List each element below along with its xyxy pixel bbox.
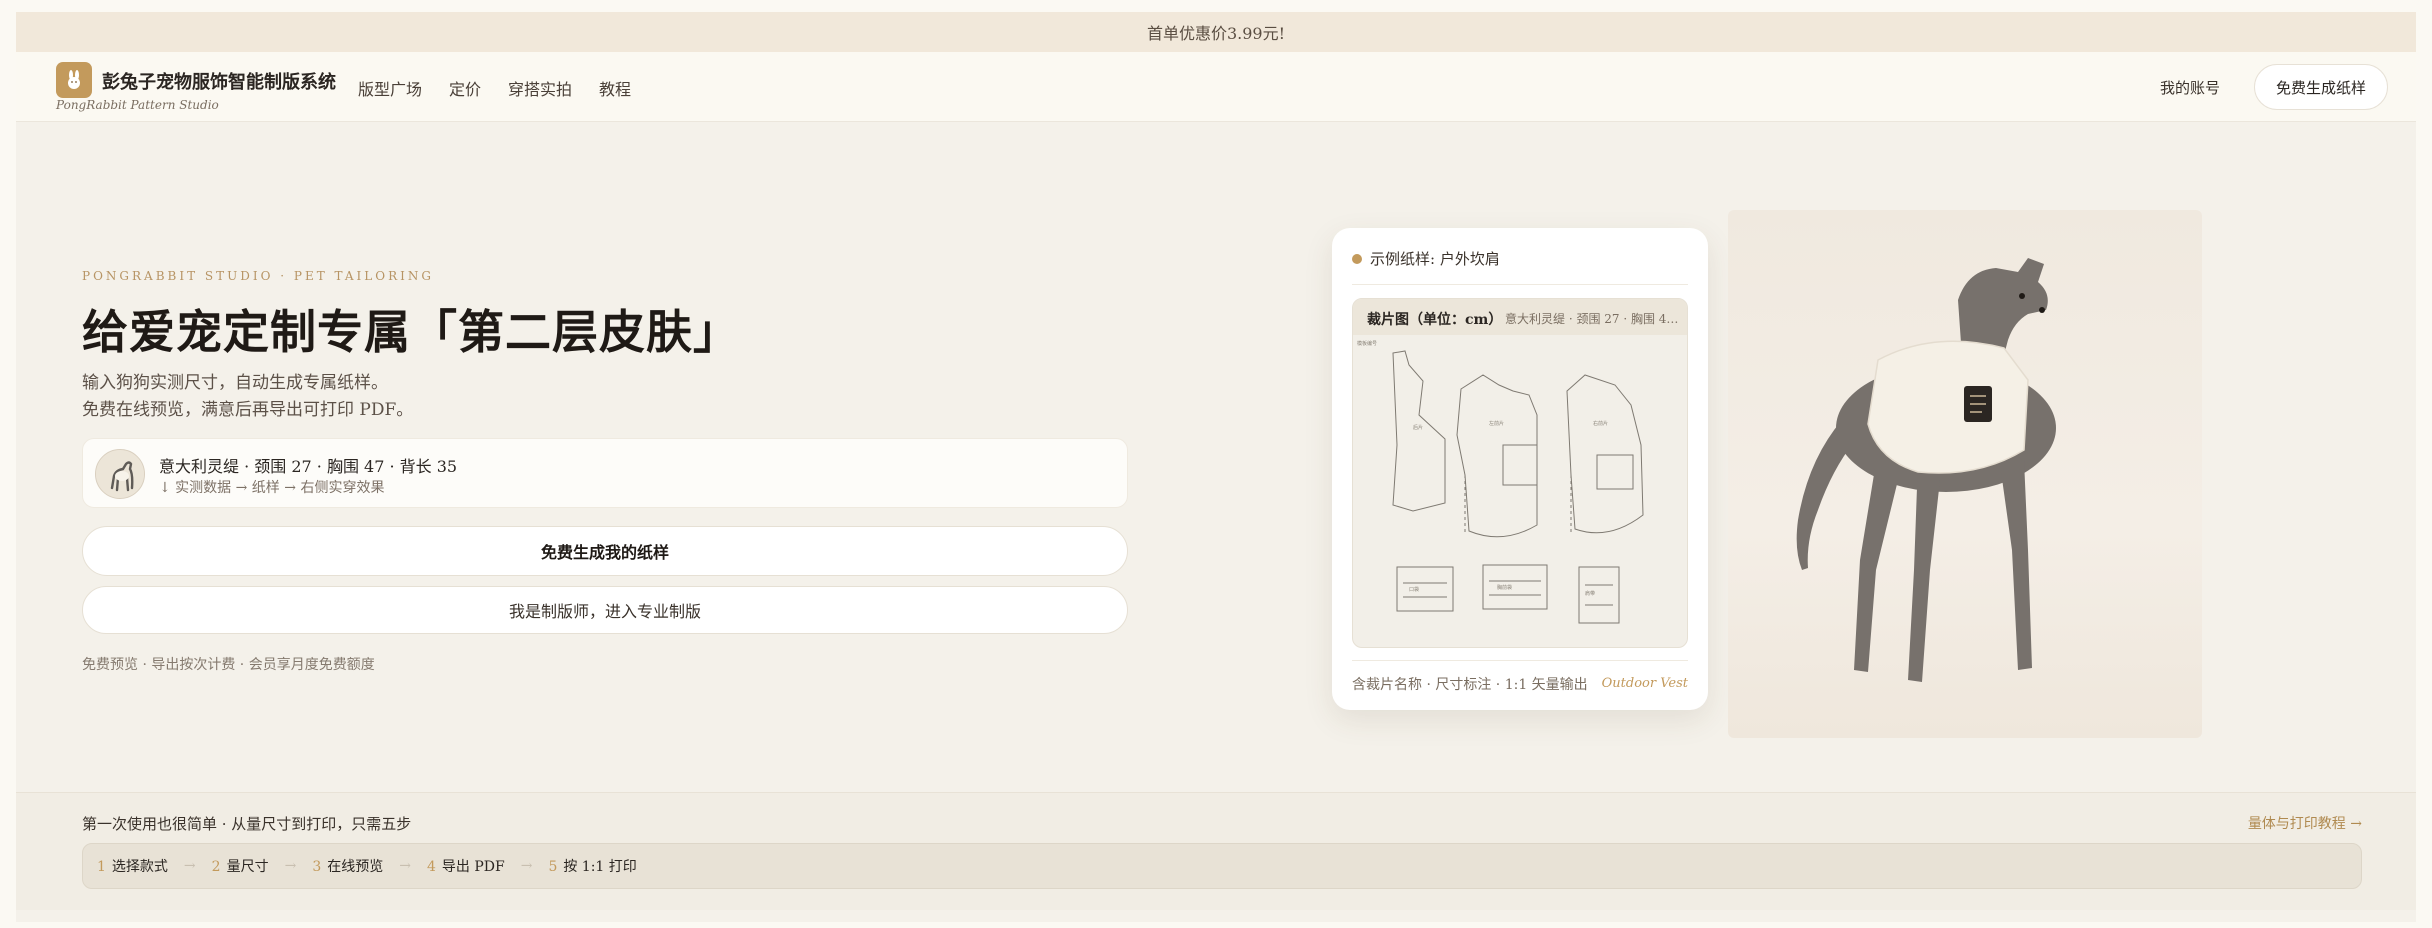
dog-measurements: 意大利灵缇 · 颈围 27 · 胸围 47 · 背长 35 — [159, 457, 458, 476]
my-account-link[interactable]: 我的账号 — [2160, 77, 2220, 98]
svg-text:胸前袋: 胸前袋 — [1497, 584, 1512, 591]
dog-avatar — [95, 449, 145, 499]
step-label: 导出 PDF — [441, 859, 505, 875]
steps-heading: 第一次使用也很简单 · 从量尺寸到打印，只需五步 — [82, 815, 412, 833]
arrow-right-icon: → — [520, 858, 533, 874]
nav-generate-button[interactable]: 免费生成纸样 — [2254, 64, 2388, 110]
step-number: 3 — [312, 859, 322, 875]
promo-banner: 首单优惠价3.99元! — [16, 12, 2416, 52]
svg-text:左前片: 左前片 — [1489, 420, 1504, 427]
divider — [1352, 284, 1688, 285]
top-navigation: 彭兔子宠物服饰智能制版系统 PongRabbit Pattern Studio … — [16, 52, 2416, 122]
dog-measurement-card: 意大利灵缇 · 颈围 27 · 胸围 47 · 背长 35 ↓ 实测数据 → 纸… — [82, 438, 1128, 508]
status-dot — [1352, 254, 1362, 264]
sample-pattern-tag: Outdoor Vest — [1601, 676, 1688, 691]
arrow-right-icon: → — [183, 858, 196, 874]
svg-text:口袋: 口袋 — [1409, 586, 1419, 593]
step-number: 2 — [211, 859, 221, 875]
hero-title: 给爱宠定制专属「第二层皮肤」 — [82, 305, 740, 359]
arrow-right-icon: → — [284, 858, 297, 874]
step-label: 选择款式 — [111, 859, 168, 875]
hero-desc-line-2: 免费在线预览，满意后再导出可打印 PDF。 — [82, 400, 414, 420]
generate-pattern-button[interactable]: 免费生成我的纸样 — [82, 526, 1128, 576]
sample-pattern-features: 含裁片名称 · 尺寸标注 · 1:1 矢量输出 — [1352, 677, 1588, 693]
dog-product-photo — [1728, 210, 2202, 738]
step-label: 量尺寸 — [226, 859, 269, 875]
pattern-sheet-title: 裁片图（单位：cm） — [1367, 312, 1503, 328]
hero-eyebrow: PONGRABBIT STUDIO · PET TAILORING — [82, 269, 434, 283]
hero-desc-line-1: 输入狗狗实测尺寸，自动生成专属纸样。 — [82, 373, 388, 393]
dog-flow-hint: ↓ 实测数据 → 纸样 → 右侧实穿效果 — [159, 480, 385, 496]
svg-text:右前片: 右前片 — [1593, 420, 1608, 427]
nav-link-pricing[interactable]: 定价 — [449, 76, 481, 100]
pro-patternmaker-button[interactable]: 我是制版师，进入专业制版 — [82, 586, 1128, 634]
sample-pattern-card[interactable]: 示例纸样: 户外坎肩 裁片图（单位：cm） 意大利灵缇 · 颈围 27 · 胸围… — [1332, 228, 1708, 710]
tutorial-link[interactable]: 量体与打印教程 → — [2248, 813, 2362, 833]
step-number: 1 — [97, 859, 106, 875]
step-item[interactable]: 1 选择款式 — [97, 856, 168, 876]
page-frame: 首单优惠价3.99元! 彭兔子宠物服饰智能制版系统 PongRabbit Pat… — [16, 12, 2416, 922]
pattern-sheet-meta: 意大利灵缇 · 颈围 27 · 胸围 47 · 背长 35 — [1505, 312, 1681, 326]
step-number: 4 — [426, 859, 436, 875]
step-item[interactable]: 4 导出 PDF — [427, 856, 505, 876]
step-label: 在线预览 — [327, 859, 384, 875]
nav-link-patterns[interactable]: 版型广场 — [358, 76, 422, 100]
nav-link-showcase[interactable]: 穿搭实拍 — [508, 76, 572, 100]
divider — [1352, 660, 1688, 661]
pattern-drawing: 模板编号 后片 左前片 右前片 口袋 胸前袋 肩带 — [1357, 340, 1644, 624]
svg-text:模板编号: 模板编号 — [1357, 340, 1377, 347]
step-label: 按 1:1 打印 — [563, 859, 637, 875]
rabbit-icon[interactable] — [56, 62, 92, 98]
step-item[interactable]: 2 量尺寸 — [212, 856, 269, 876]
nav-links: 版型广场 定价 穿搭实拍 教程 — [358, 76, 631, 100]
arrow-right-icon: → — [399, 858, 411, 874]
svg-text:肩带: 肩带 — [1585, 590, 1595, 597]
step-item[interactable]: 3 在线预览 — [312, 856, 383, 876]
pattern-sheet-header: 裁片图（单位：cm） 意大利灵缇 · 颈围 27 · 胸围 47 · 背长 35 — [1353, 299, 1687, 335]
brand-name[interactable]: 彭兔子宠物服饰智能制版系统 — [102, 68, 336, 94]
steps-bar: 1 选择款式 → 2 量尺寸 → 3 在线预览 → 4 导出 PDF → 5 按 1:1 … — [82, 843, 2362, 889]
step-item[interactable]: 5 按 1:1 打印 — [548, 856, 636, 876]
brand-subtitle: PongRabbit Pattern Studio — [56, 98, 219, 112]
steps-section: 第一次使用也很简单 · 从量尺寸到打印，只需五步 量体与打印教程 → 1 选择款式… — [16, 792, 2416, 910]
pattern-sheet: 裁片图（单位：cm） 意大利灵缇 · 颈围 27 · 胸围 47 · 背长 35 — [1352, 298, 1688, 648]
sample-pattern-title: 示例纸样: 户外坎肩 — [1370, 250, 1500, 268]
step-number: 5 — [548, 859, 558, 875]
svg-text:后片: 后片 — [1413, 424, 1423, 431]
hero-description: 输入狗狗实测尺寸，自动生成专属纸样。 免费在线预览，满意后再导出可打印 PDF。 — [82, 370, 413, 424]
pricing-fineprint: 免费预览 · 导出按次计费 · 会员享月度免费额度 — [82, 657, 375, 673]
promo-text: 首单优惠价3.99元! — [1146, 24, 1286, 43]
nav-link-tutorial[interactable]: 教程 — [599, 76, 631, 100]
